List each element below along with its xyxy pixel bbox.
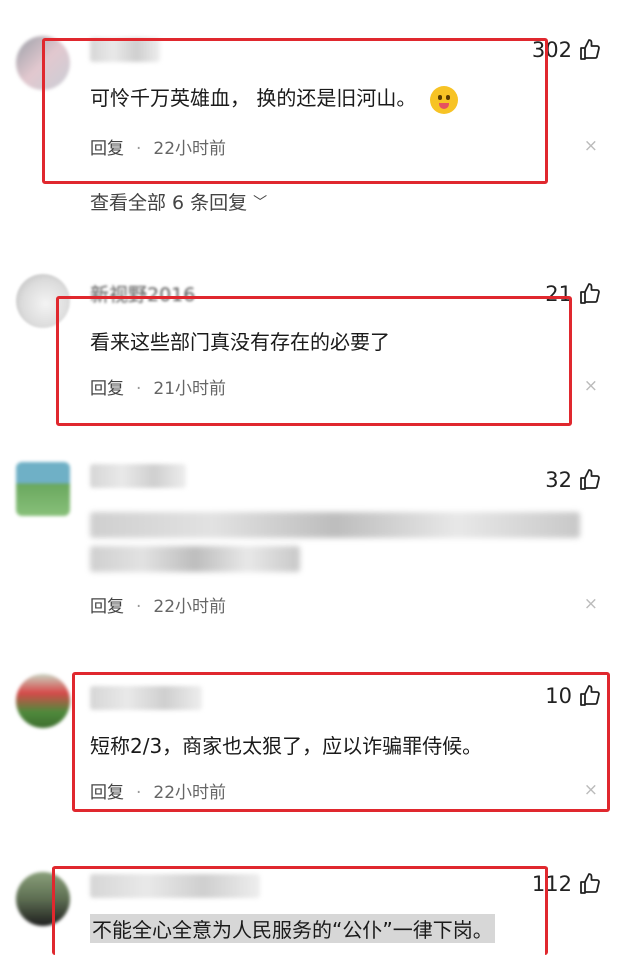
avatar[interactable] [16, 872, 70, 926]
thumbs-up-icon [580, 283, 600, 304]
timestamp: 22小时前 [153, 597, 227, 617]
view-all-replies-link[interactable]: 查看全部 6 条回复 ﹀ [90, 188, 267, 215]
reply-button[interactable]: 回复 [90, 597, 124, 617]
separator-dot: · [136, 597, 142, 617]
close-icon[interactable]: × [584, 136, 598, 156]
close-icon[interactable]: × [584, 376, 598, 396]
reply-button[interactable]: 回复 [90, 139, 124, 159]
separator-dot: · [136, 783, 142, 803]
thumbs-up-icon [580, 873, 600, 894]
like-button[interactable]: 112 [532, 872, 602, 896]
username-blurred [90, 38, 160, 62]
timestamp: 22小时前 [153, 783, 227, 803]
like-button[interactable]: 10 [545, 684, 602, 708]
timestamp: 22小时前 [153, 139, 227, 159]
close-icon[interactable]: × [584, 780, 598, 800]
thumbs-up-icon [580, 469, 600, 490]
like-count: 32 [545, 468, 572, 492]
like-count: 21 [545, 282, 572, 306]
like-button[interactable]: 32 [545, 468, 602, 492]
comment-text: 看来这些部门真没有存在的必要了 [90, 330, 390, 354]
username[interactable]: 新视野2016 [90, 280, 195, 307]
comment-text: 可怜千万英雄血， 换的还是旧河山。 [90, 82, 459, 114]
close-icon[interactable]: × [584, 594, 598, 614]
comment-meta: 回复 · 22小时前 [90, 134, 226, 159]
like-button[interactable]: 21 [545, 282, 602, 306]
like-count: 10 [545, 684, 572, 708]
highlight-box [56, 296, 572, 426]
separator-dot: · [136, 379, 142, 399]
username-blurred [90, 874, 260, 898]
comment-text: 短称2/3，商家也太狠了，应以诈骗罪侍候。 [90, 734, 483, 758]
like-count: 302 [531, 38, 572, 62]
like-count: 112 [531, 872, 572, 896]
zipper-mouth-emoji-icon [430, 85, 459, 114]
comment-text: 不能全心全意为人民服务的“公仆”一律下岗。 [90, 914, 495, 943]
chevron-down-icon: ﹀ [253, 195, 268, 211]
comment-meta: 回复 · 22小时前 [90, 778, 226, 803]
thumbs-up-icon [580, 685, 600, 706]
timestamp: 21小时前 [153, 379, 227, 399]
comment-meta: 回复 · 21小时前 [90, 374, 226, 399]
thumbs-up-icon [580, 39, 600, 60]
avatar[interactable] [16, 674, 70, 728]
comment-text-blurred [90, 512, 580, 538]
username-blurred [90, 686, 202, 710]
separator-dot: · [136, 139, 142, 159]
comment-meta: 回复 · 22小时前 [90, 592, 226, 617]
like-button[interactable]: 302 [532, 38, 602, 62]
reply-button[interactable]: 回复 [90, 379, 124, 399]
username-blurred [90, 464, 186, 488]
avatar[interactable] [16, 274, 70, 328]
reply-button[interactable]: 回复 [90, 783, 124, 803]
avatar[interactable] [16, 462, 70, 516]
avatar[interactable] [16, 36, 70, 90]
comment-text-blurred [90, 546, 300, 572]
